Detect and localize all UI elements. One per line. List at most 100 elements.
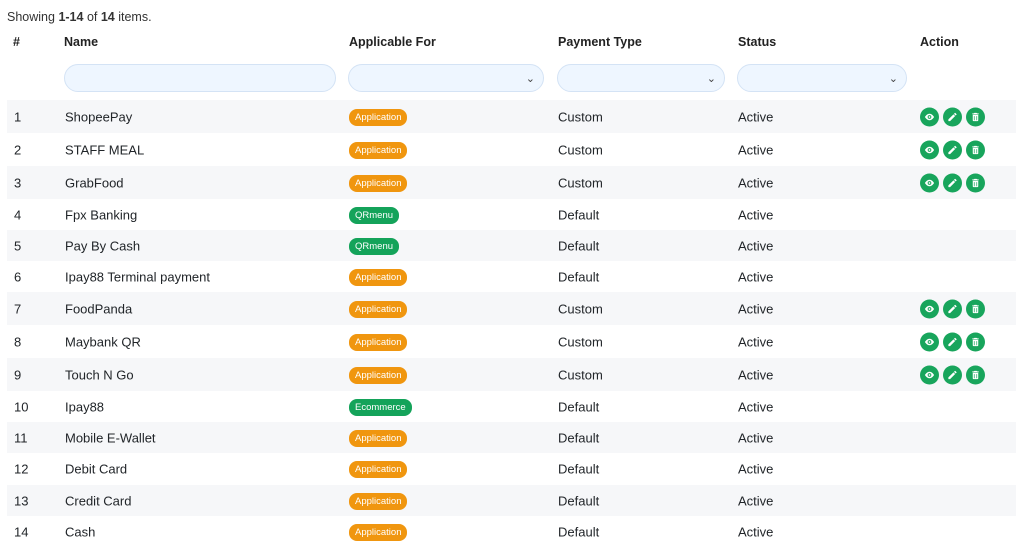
delete-icon bbox=[970, 369, 981, 380]
edit-button[interactable] bbox=[943, 365, 962, 384]
payment-method-name: Touch N Go bbox=[65, 367, 134, 382]
applicable-for-cell: Application bbox=[349, 333, 408, 351]
applicable-for-cell: Application bbox=[349, 366, 408, 384]
row-number: 2 bbox=[14, 142, 22, 157]
name-filter bbox=[64, 64, 336, 92]
column-header-applicable-for[interactable]: Applicable For bbox=[349, 35, 436, 49]
row-actions bbox=[920, 140, 985, 159]
payment-type: Default bbox=[558, 399, 600, 414]
payment-method-name: Fpx Banking bbox=[65, 207, 138, 222]
payment-type: Default bbox=[558, 430, 600, 445]
status-text: Active bbox=[738, 269, 774, 284]
chevron-down-icon: ⌄ bbox=[888, 73, 898, 85]
applicable-for-cell: Application bbox=[349, 174, 408, 192]
applicable-for-filter-select[interactable]: ⌄ bbox=[348, 64, 544, 92]
view-icon bbox=[924, 177, 935, 188]
view-button[interactable] bbox=[920, 299, 939, 318]
payment-method-name: Maybank QR bbox=[65, 334, 141, 349]
status-text: Active bbox=[738, 175, 774, 190]
edit-button[interactable] bbox=[943, 107, 962, 126]
delete-button[interactable] bbox=[966, 299, 985, 318]
applicable-for-cell: Application bbox=[349, 108, 408, 126]
row-actions bbox=[920, 107, 985, 126]
payment-type: Custom bbox=[558, 142, 603, 157]
edit-icon bbox=[947, 369, 958, 380]
row-number: 11 bbox=[14, 430, 28, 445]
delete-icon bbox=[970, 177, 981, 188]
delete-icon bbox=[970, 144, 981, 155]
applicable-for-badge: QRmenu bbox=[349, 237, 400, 255]
edit-button[interactable] bbox=[943, 173, 962, 192]
view-button[interactable] bbox=[920, 140, 939, 159]
payment-method-name: GrabFood bbox=[65, 175, 124, 190]
status-text: Active bbox=[738, 207, 774, 222]
row-number: 10 bbox=[14, 399, 29, 414]
column-header-status[interactable]: Status bbox=[738, 35, 776, 49]
view-button[interactable] bbox=[920, 173, 939, 192]
status-filter-select[interactable]: ⌄ bbox=[737, 64, 907, 92]
row-number: 8 bbox=[14, 334, 22, 349]
payment-method-name: ShopeePay bbox=[65, 109, 133, 124]
payment-method-name: Mobile E-Wallet bbox=[65, 430, 156, 445]
payment-type: Default bbox=[558, 461, 600, 476]
applicable-for-badge: Application bbox=[349, 492, 408, 510]
status-text: Active bbox=[738, 367, 774, 382]
applicable-for-badge: Application bbox=[349, 429, 408, 447]
view-button[interactable] bbox=[920, 107, 939, 126]
status-text: Active bbox=[738, 142, 774, 157]
column-header-payment-type[interactable]: Payment Type bbox=[558, 35, 642, 49]
row-actions bbox=[920, 365, 985, 384]
delete-button[interactable] bbox=[966, 140, 985, 159]
applicable-for-cell: Ecommerce bbox=[349, 398, 412, 416]
status-text: Active bbox=[738, 430, 774, 445]
row-number: 13 bbox=[14, 493, 29, 508]
row-number: 14 bbox=[14, 524, 29, 540]
delete-button[interactable] bbox=[966, 332, 985, 351]
table-row: 14 Cash Application Default Active bbox=[7, 516, 1016, 548]
view-button[interactable] bbox=[920, 332, 939, 351]
delete-button[interactable] bbox=[966, 365, 985, 384]
view-button[interactable] bbox=[920, 365, 939, 384]
table-row: 3 GrabFood Application Custom Active bbox=[7, 166, 1016, 199]
applicable-for-cell: QRmenu bbox=[349, 237, 400, 255]
edit-icon bbox=[947, 177, 958, 188]
view-icon bbox=[924, 303, 935, 314]
delete-button[interactable] bbox=[966, 107, 985, 126]
edit-button[interactable] bbox=[943, 140, 962, 159]
payment-type: Custom bbox=[558, 301, 603, 316]
row-number: 1 bbox=[14, 109, 22, 124]
payment-method-name: Credit Card bbox=[65, 493, 132, 508]
payment-type-filter-select[interactable]: ⌄ bbox=[557, 64, 725, 92]
table-row: 8 Maybank QR Application Custom Active bbox=[7, 325, 1016, 358]
row-number: 12 bbox=[14, 461, 29, 476]
status-text: Active bbox=[738, 238, 774, 253]
column-header-action: Action bbox=[920, 35, 959, 49]
applicable-for-badge: Application bbox=[349, 108, 408, 126]
name-filter-input[interactable] bbox=[65, 65, 335, 91]
applicable-for-badge: Ecommerce bbox=[349, 398, 412, 416]
summary-suffix: items. bbox=[114, 10, 152, 24]
applicable-for-badge: Application bbox=[349, 174, 408, 192]
payment-type: Default bbox=[558, 238, 600, 253]
chevron-down-icon: ⌄ bbox=[525, 73, 535, 85]
summary-mid: of bbox=[83, 10, 101, 24]
edit-button[interactable] bbox=[943, 299, 962, 318]
payment-type: Custom bbox=[558, 109, 603, 124]
column-header-number[interactable]: # bbox=[13, 35, 20, 49]
status-text: Active bbox=[738, 301, 774, 316]
row-number: 3 bbox=[14, 175, 22, 190]
status-text: Active bbox=[738, 461, 774, 476]
applicable-for-badge: Application bbox=[349, 524, 408, 541]
applicable-for-badge: Application bbox=[349, 300, 408, 318]
chevron-down-icon: ⌄ bbox=[706, 73, 716, 85]
row-number: 7 bbox=[14, 301, 22, 316]
summary-total: 14 bbox=[100, 10, 115, 24]
payment-type: Default bbox=[558, 493, 600, 508]
payment-method-name: FoodPanda bbox=[65, 301, 133, 316]
table-row: 7 FoodPanda Application Custom Active bbox=[7, 292, 1016, 325]
payment-type: Custom bbox=[558, 334, 603, 349]
payment-type: Default bbox=[558, 524, 600, 540]
delete-button[interactable] bbox=[966, 173, 985, 192]
column-header-name[interactable]: Name bbox=[64, 35, 98, 49]
edit-button[interactable] bbox=[943, 332, 962, 351]
